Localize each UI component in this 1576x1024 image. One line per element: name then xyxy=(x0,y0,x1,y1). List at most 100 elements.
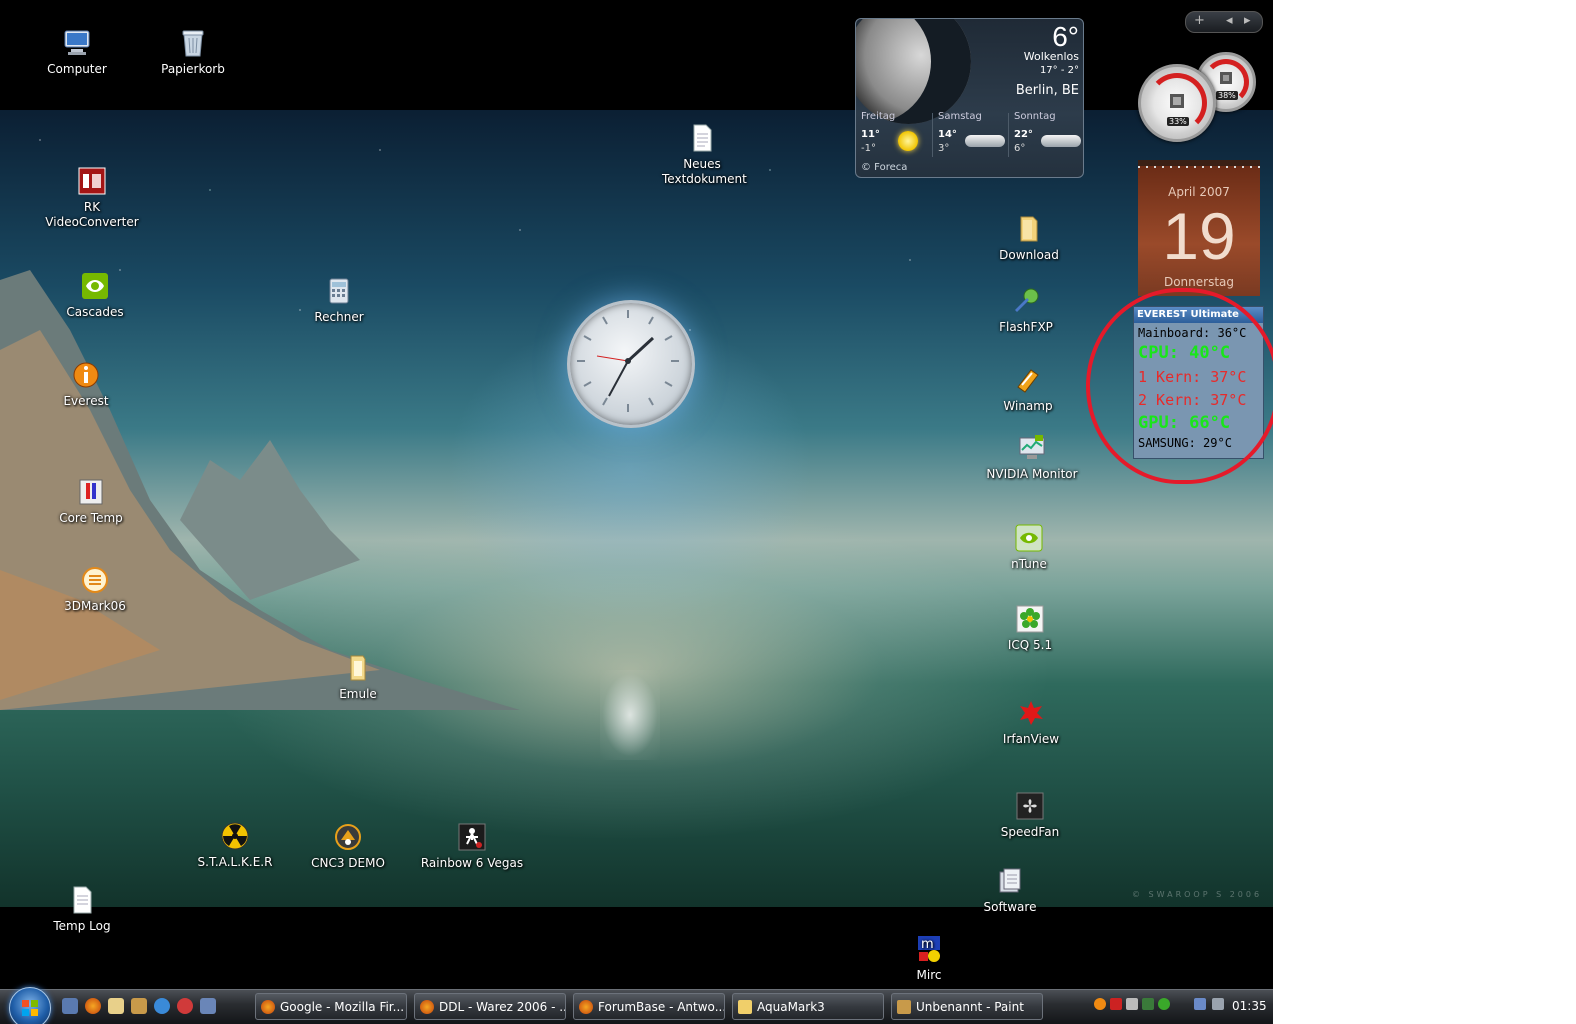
desktop-icon-papierkorb[interactable]: Papierkorb xyxy=(138,28,248,77)
icon-label: Download xyxy=(999,248,1059,262)
volume-icon[interactable] xyxy=(1212,998,1224,1010)
weather-range: 17° - 2° xyxy=(1039,65,1079,76)
sidebar-prev-button[interactable]: ◂ xyxy=(1226,13,1233,28)
desktop-icon-emule[interactable]: Emule xyxy=(303,653,413,702)
desktop-icon-rechner[interactable]: Rechner xyxy=(284,276,394,325)
desktop-icon-everest[interactable]: Everest xyxy=(31,360,141,409)
tray-clock[interactable]: 01:35 xyxy=(1232,999,1267,1013)
desktop-icon-irfanview[interactable]: IrfanView xyxy=(976,698,1086,747)
desktop-icon-computer[interactable]: Computer xyxy=(22,28,132,77)
everest-sensor-gadget[interactable]: EVEREST Ultimate Mainboard: 36°C CPU: 40… xyxy=(1133,306,1264,459)
task-label: Unbenannt - Paint xyxy=(916,1000,1024,1014)
tray-app-icon[interactable] xyxy=(1110,998,1122,1010)
recycle-bin-icon xyxy=(178,28,208,58)
tray-app-icon[interactable] xyxy=(1142,998,1154,1010)
everest-row-gpu: GPU: 66°C xyxy=(1138,413,1231,433)
svg-text:m: m xyxy=(921,937,934,952)
network-icon[interactable] xyxy=(1194,998,1206,1010)
forecast-low: -1° xyxy=(861,143,876,154)
desktop-icon-core-temp[interactable]: Core Temp xyxy=(36,477,146,526)
internet-explorer-icon[interactable] xyxy=(154,998,170,1014)
wallpaper-credit: © SWAROOP S 2006 xyxy=(1132,890,1263,899)
desktop-icon-stalker[interactable]: S.T.A.L.K.E.R xyxy=(180,821,290,870)
firefox-icon xyxy=(261,1000,275,1014)
desktop-icon-temp-log[interactable]: Temp Log xyxy=(27,885,137,934)
start-button[interactable] xyxy=(9,987,51,1024)
icon-label: Neues Textdokument xyxy=(662,157,747,186)
weather-source[interactable]: © Foreca xyxy=(861,162,907,173)
desktop-icon-rk-videoconverter[interactable]: RK VideoConverter xyxy=(37,166,147,230)
desktop-icon-rainbow-6-vegas[interactable]: Rainbow 6 Vegas xyxy=(417,822,527,871)
forecast-day: Samstag 14° 3° xyxy=(933,109,1008,159)
icq-tray-icon[interactable] xyxy=(1158,998,1170,1010)
everest-row-cpu: CPU: 40°C xyxy=(1138,343,1231,363)
weather-gadget[interactable]: 6° Wolkenlos 17° - 2° Berlin, BE Freitag… xyxy=(855,18,1084,178)
task-label: Google - Mozilla Fir... xyxy=(280,1000,405,1014)
show-desktop-icon[interactable] xyxy=(62,998,78,1014)
computer-icon xyxy=(62,28,92,58)
text-document-icon xyxy=(687,123,717,153)
icon-label: SpeedFan xyxy=(1000,825,1060,839)
firefox-icon[interactable] xyxy=(85,998,101,1014)
icon-label: RK VideoConverter xyxy=(45,200,139,229)
icon-label: nTune xyxy=(1011,557,1047,571)
desktop-icon-nvidia-monitor[interactable]: NVIDIA Monitor xyxy=(977,433,1087,482)
desktop-icon-download[interactable]: Download xyxy=(974,214,1084,263)
sidebar-next-button[interactable]: ▸ xyxy=(1244,13,1251,28)
desktop-icon-flashfxp[interactable]: FlashFXP xyxy=(971,286,1081,335)
desktop-icon-mirc[interactable]: m Mirc xyxy=(874,934,984,983)
icon-label: ICQ 5.1 xyxy=(1007,638,1053,652)
taskbar-button[interactable]: AquaMark3 xyxy=(732,993,884,1020)
tray-app-icon[interactable] xyxy=(1126,998,1138,1010)
clock-face-icon xyxy=(577,310,679,412)
icon-label: FlashFXP xyxy=(999,320,1053,334)
desktop-icon-ntune[interactable]: nTune xyxy=(974,523,1084,572)
everest-icon xyxy=(71,360,101,390)
clock-gadget[interactable] xyxy=(567,300,695,428)
taskbar-button[interactable]: Unbenannt - Paint xyxy=(891,993,1043,1020)
desktop-icon-3dmark06[interactable]: 3DMark06 xyxy=(40,565,150,614)
ram-chip-icon xyxy=(1220,72,1232,84)
task-label: DDL - Warez 2006 - ... xyxy=(439,1000,566,1014)
taskbar-button[interactable]: DDL - Warez 2006 - ... xyxy=(414,993,566,1020)
explorer-icon[interactable] xyxy=(108,998,124,1014)
cpu-meter-gadget[interactable]: 38% 33% xyxy=(1138,52,1260,144)
ftp-icon xyxy=(1011,286,1041,316)
wallpaper-reflection xyxy=(600,670,660,760)
taskbar-button[interactable]: Google - Mozilla Fir... xyxy=(255,993,407,1020)
calendar-rings xyxy=(1138,166,1260,168)
icq-flower-icon xyxy=(1015,604,1045,634)
paint-icon[interactable] xyxy=(131,998,147,1014)
thermometer-icon xyxy=(76,477,106,507)
desktop-icon-neues-textdokument[interactable]: Neues Textdokument xyxy=(647,123,757,187)
forecast-low: 6° xyxy=(1014,143,1026,154)
media-icon[interactable] xyxy=(177,998,193,1014)
taskbar-button[interactable]: ForumBase - Antwo... xyxy=(573,993,725,1020)
cloud-icon xyxy=(965,135,1005,147)
icon-label: Emule xyxy=(339,687,377,701)
desktop-icon-winamp[interactable]: Winamp xyxy=(973,365,1083,414)
desktop-icon-cascades[interactable]: Cascades xyxy=(40,271,150,320)
calendar-month: April 2007 xyxy=(1168,185,1230,199)
calendar-gadget[interactable]: April 2007 19 Donnerstag xyxy=(1138,160,1260,296)
weather-forecast: Freitag 11° -1° Samstag 14° 3° Sonntag 2… xyxy=(856,109,1083,159)
desktop-icon-speedfan[interactable]: SpeedFan xyxy=(975,791,1085,840)
winamp-icon xyxy=(1013,365,1043,395)
sidebar-add-button[interactable]: + xyxy=(1194,13,1205,28)
everest-tray-icon[interactable] xyxy=(1094,998,1106,1010)
switch-windows-icon[interactable] xyxy=(200,998,216,1014)
task-label: AquaMark3 xyxy=(757,1000,825,1014)
icon-label: Winamp xyxy=(1003,399,1053,413)
system-tray: 01:35 xyxy=(1090,995,1273,1019)
desktop-screen: © SWAROOP S 2006 Computer Papierkorb RK … xyxy=(0,0,1273,1024)
desktop-icon-software[interactable]: Software xyxy=(955,866,1065,915)
mirc-icon: m xyxy=(914,934,944,964)
desktop-icon-icq[interactable]: ICQ 5.1 xyxy=(975,604,1085,653)
desktop-icon-cnc3-demo[interactable]: CNC3 DEMO xyxy=(293,822,403,871)
icon-label: S.T.A.L.K.E.R xyxy=(197,855,273,869)
icon-label: Everest xyxy=(63,394,109,408)
firefox-icon xyxy=(579,1000,593,1014)
calculator-icon xyxy=(324,276,354,306)
sidebar-controls: + ◂ ▸ xyxy=(1185,11,1263,33)
cloud-icon xyxy=(1041,135,1081,147)
